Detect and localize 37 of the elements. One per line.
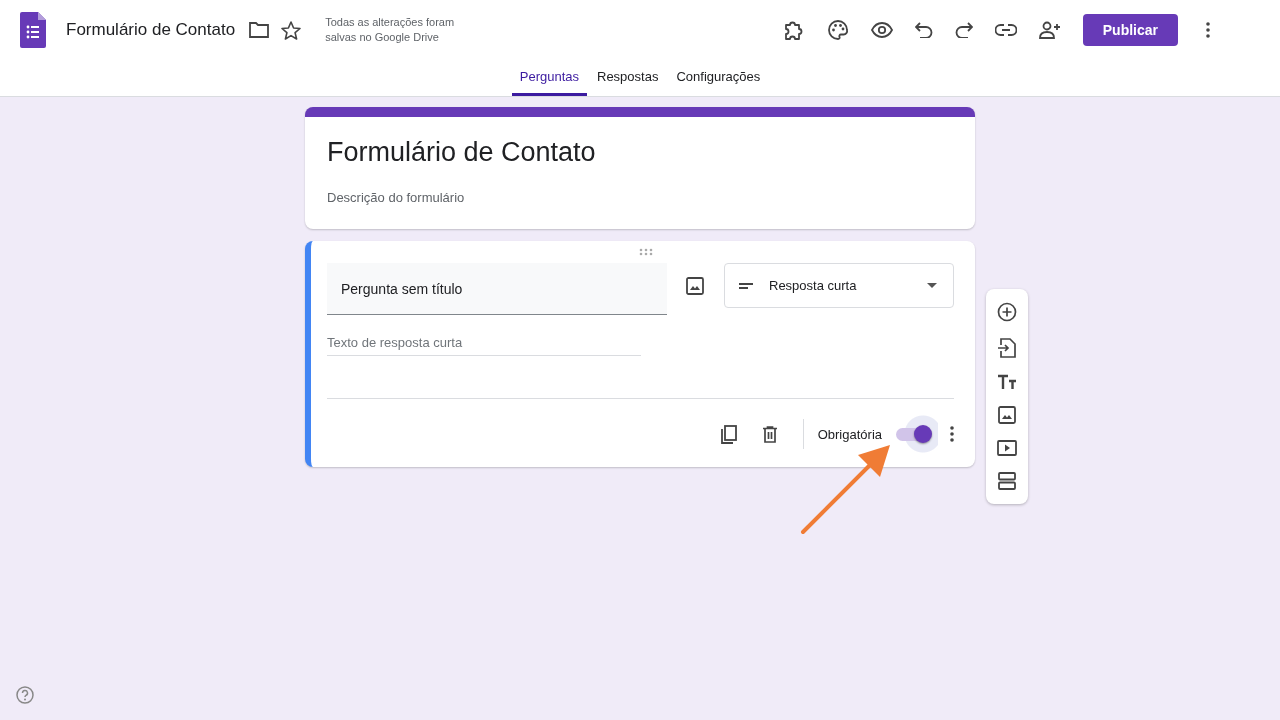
more-options-icon[interactable]: [950, 426, 954, 442]
import-icon[interactable]: [998, 338, 1016, 358]
more-options-icon[interactable]: [1206, 22, 1210, 38]
trash-icon[interactable]: [762, 425, 777, 443]
save-status: Todas as alterações foram salvas no Google Drive: [325, 15, 456, 45]
image-icon[interactable]: [686, 277, 704, 295]
tab[interactable]: Respostas: [589, 60, 667, 96]
short-answer-field[interactable]: Texto de resposta curta: [327, 335, 641, 356]
folder-icon[interactable]: [249, 22, 270, 38]
star-icon[interactable]: [281, 20, 302, 40]
image-icon[interactable]: [998, 406, 1016, 424]
form-title[interactable]: Formulário de Contato: [327, 137, 953, 168]
short-text-icon: [739, 282, 755, 289]
copy-icon[interactable]: [720, 424, 737, 444]
redo-icon[interactable]: [954, 22, 973, 38]
form-description[interactable]: Descrição do formulário: [327, 190, 953, 205]
tab[interactable]: Perguntas: [511, 60, 587, 96]
section-icon[interactable]: [998, 472, 1016, 490]
add-circle-icon[interactable]: [997, 302, 1017, 322]
link-icon[interactable]: [994, 24, 1017, 36]
tab[interactable]: Configurações: [668, 60, 769, 96]
question-type-dropdown[interactable]: Resposta curta: [724, 263, 954, 308]
help-icon[interactable]: [16, 686, 34, 704]
video-icon[interactable]: [997, 440, 1017, 456]
document-title[interactable]: Formulário de Contato: [66, 20, 236, 40]
puzzle-icon[interactable]: [782, 19, 805, 41]
eye-icon[interactable]: [870, 22, 893, 38]
forms-logo-icon[interactable]: [20, 12, 46, 48]
publish-button[interactable]: Publicar: [1082, 14, 1178, 46]
required-label: Obrigatória: [817, 426, 882, 442]
drag-handle-icon[interactable]: [639, 248, 653, 256]
caret-icon: [927, 283, 937, 288]
palette-icon[interactable]: [826, 19, 849, 41]
add-person-icon[interactable]: [1038, 21, 1061, 39]
title-icon[interactable]: [997, 374, 1017, 390]
undo-icon[interactable]: [914, 22, 933, 38]
question-title-field[interactable]: Pergunta sem título: [327, 263, 667, 315]
